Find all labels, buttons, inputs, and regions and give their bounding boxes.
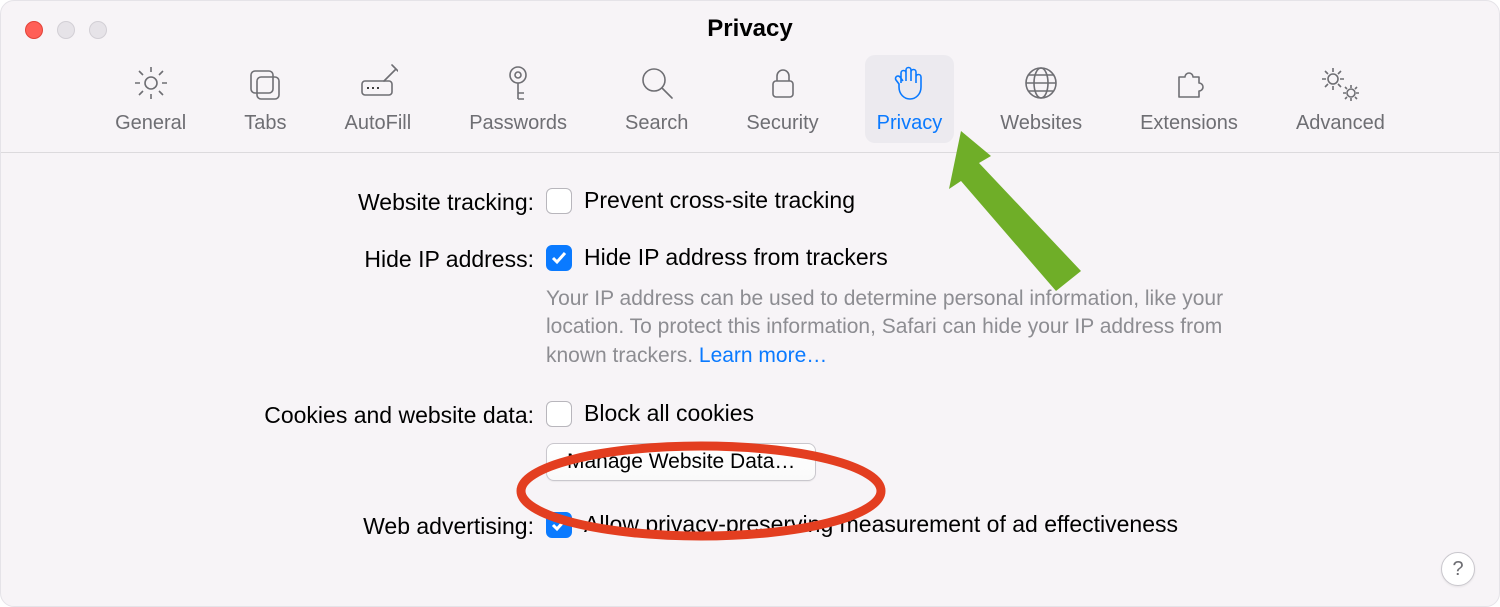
learn-more-link[interactable]: Learn more… — [699, 344, 827, 367]
tab-passwords[interactable]: Passwords — [457, 55, 579, 143]
tab-label: General — [115, 112, 186, 135]
puzzle-icon — [1169, 63, 1209, 108]
window-title: Privacy — [1, 15, 1499, 43]
checkbox-label: Block all cookies — [584, 400, 754, 427]
privacy-settings-panel: Website tracking: Prevent cross-site tra… — [1, 173, 1499, 540]
setting-row-manage-data: Manage Website Data… — [1, 439, 1499, 481]
gear-icon — [131, 63, 171, 108]
magnifier-icon — [637, 63, 677, 108]
preferences-toolbar: General Tabs AutoFill Passwords Search — [1, 49, 1499, 157]
setting-description: Your IP address can be used to determine… — [546, 285, 1246, 370]
manage-website-data-button[interactable]: Manage Website Data… — [546, 443, 816, 481]
ad-measurement-checkbox[interactable] — [546, 512, 572, 538]
hide-ip-checkbox[interactable] — [546, 245, 572, 271]
tab-label: AutoFill — [344, 112, 411, 135]
pencil-field-icon — [358, 63, 398, 108]
globe-icon — [1021, 63, 1061, 108]
lock-icon — [763, 63, 803, 108]
tabs-icon — [245, 63, 285, 108]
preferences-window: Privacy General Tabs AutoFill Password — [0, 0, 1500, 607]
tab-autofill[interactable]: AutoFill — [332, 55, 423, 143]
tab-general[interactable]: General — [103, 55, 198, 143]
prevent-cross-site-tracking-checkbox[interactable] — [546, 188, 572, 214]
setting-label: Hide IP address: — [1, 244, 546, 273]
setting-row-web-advertising: Web advertising: Allow privacy-preservin… — [1, 511, 1499, 540]
tab-search[interactable]: Search — [613, 55, 700, 143]
setting-label: Web advertising: — [1, 511, 546, 540]
tab-label: Advanced — [1296, 112, 1385, 135]
toolbar-divider — [1, 152, 1499, 153]
key-icon — [498, 63, 538, 108]
tab-label: Search — [625, 112, 688, 135]
gears-icon — [1317, 63, 1363, 108]
setting-label: Website tracking: — [1, 187, 546, 216]
tab-label: Tabs — [244, 112, 286, 135]
setting-row-cookies: Cookies and website data: Block all cook… — [1, 400, 1499, 429]
setting-row-hide-ip: Hide IP address: Hide IP address from tr… — [1, 244, 1499, 370]
help-button[interactable]: ? — [1441, 552, 1475, 586]
setting-row-website-tracking: Website tracking: Prevent cross-site tra… — [1, 187, 1499, 216]
tab-extensions[interactable]: Extensions — [1128, 55, 1250, 143]
tab-label: Extensions — [1140, 112, 1238, 135]
question-mark-icon: ? — [1452, 558, 1463, 581]
hand-icon — [889, 63, 929, 108]
checkbox-label: Hide IP address from trackers — [584, 244, 888, 271]
tab-label: Privacy — [877, 112, 943, 135]
tab-label: Passwords — [469, 112, 567, 135]
tab-privacy[interactable]: Privacy — [865, 55, 955, 143]
checkbox-label: Allow privacy-preserving measurement of … — [584, 511, 1178, 538]
checkbox-label: Prevent cross-site tracking — [584, 187, 855, 214]
tab-websites[interactable]: Websites — [988, 55, 1094, 143]
setting-label: Cookies and website data: — [1, 400, 546, 429]
tab-label: Security — [746, 112, 818, 135]
tab-label: Websites — [1000, 112, 1082, 135]
tab-advanced[interactable]: Advanced — [1284, 55, 1397, 143]
block-all-cookies-checkbox[interactable] — [546, 401, 572, 427]
tab-tabs[interactable]: Tabs — [232, 55, 298, 143]
tab-security[interactable]: Security — [734, 55, 830, 143]
